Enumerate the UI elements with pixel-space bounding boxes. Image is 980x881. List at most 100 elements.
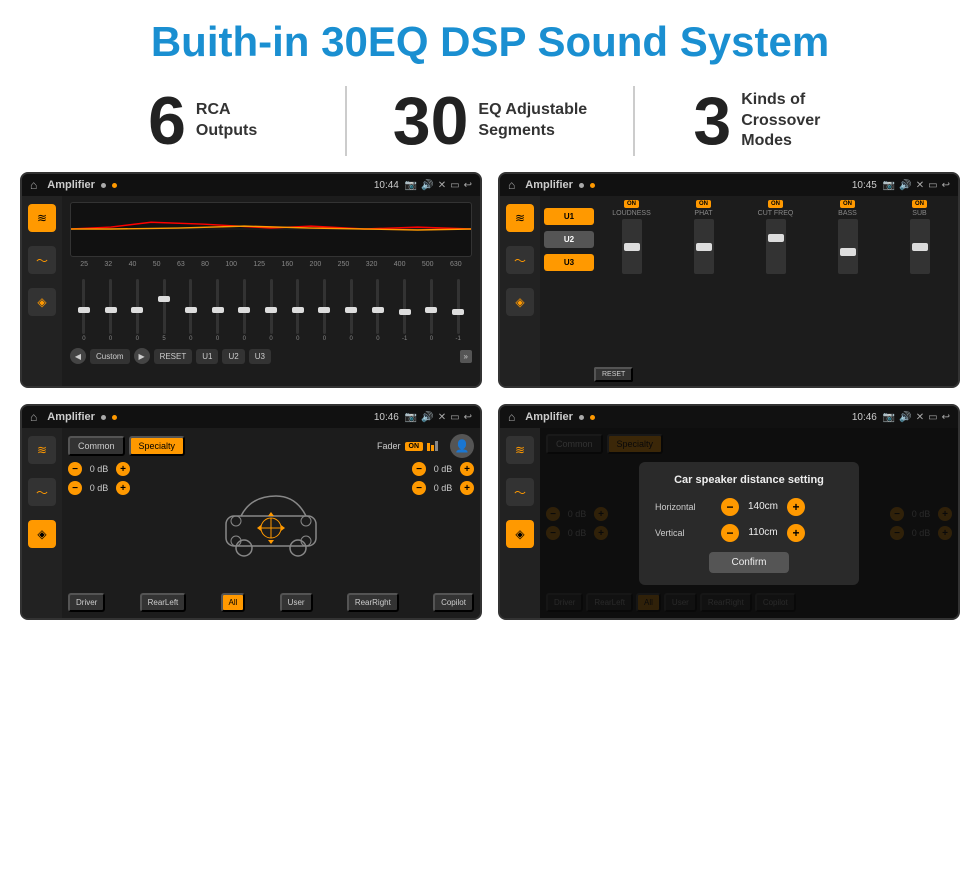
eq-handle-10[interactable] [318, 307, 330, 313]
eq-handle-4[interactable] [158, 296, 170, 302]
eq-track-2[interactable] [109, 279, 112, 334]
knob-phat[interactable] [694, 219, 714, 274]
minus-4[interactable]: − [412, 481, 426, 495]
eq-col-5[interactable]: 0 [179, 279, 203, 342]
handle-phat[interactable] [696, 243, 712, 251]
plus-3[interactable]: + [460, 462, 474, 476]
rearright-btn[interactable]: RearRight [347, 593, 399, 612]
reset-btn-2[interactable]: RESET [594, 367, 633, 382]
plus-2[interactable]: + [116, 481, 130, 495]
eq-handle-13[interactable] [399, 309, 411, 315]
eq-col-12[interactable]: 0 [366, 279, 390, 342]
reset-button[interactable]: RESET [154, 349, 193, 364]
eq-col-1[interactable]: 0 [72, 279, 96, 342]
sidebar-eq-icon[interactable]: ≋ [28, 204, 56, 232]
prev-button[interactable]: ◀ [70, 348, 86, 364]
back-icon-2[interactable]: ↩ [942, 180, 950, 191]
handle-loudness[interactable] [624, 243, 640, 251]
tab-common-3[interactable]: Common [68, 436, 125, 456]
user-btn[interactable]: User [280, 593, 313, 612]
eq-col-7[interactable]: 0 [232, 279, 256, 342]
knob-sub[interactable] [910, 219, 930, 274]
plus-4[interactable]: + [460, 481, 474, 495]
sidebar-speaker-icon-2[interactable]: ◈ [506, 288, 534, 316]
eq-handle-3[interactable] [131, 307, 143, 313]
u1-button[interactable]: U1 [196, 349, 218, 364]
eq-track-12[interactable] [376, 279, 379, 334]
eq-track-1[interactable] [82, 279, 85, 334]
eq-handle-8[interactable] [265, 307, 277, 313]
u1-preset[interactable]: U1 [544, 208, 594, 225]
confirm-button[interactable]: Confirm [709, 552, 789, 573]
eq-track-15[interactable] [457, 279, 460, 334]
eq-handle-9[interactable] [292, 307, 304, 313]
sidebar-wave-icon[interactable]: 〜 [28, 246, 56, 274]
u3-preset[interactable]: U3 [544, 254, 594, 271]
eq-handle-6[interactable] [212, 307, 224, 313]
eq-col-11[interactable]: 0 [339, 279, 363, 342]
sidebar-speaker-icon-3[interactable]: ◈ [28, 520, 56, 548]
horizontal-minus[interactable]: − [721, 498, 739, 516]
eq-col-3[interactable]: 0 [125, 279, 149, 342]
eq-handle-5[interactable] [185, 307, 197, 313]
user-profile-icon[interactable]: 👤 [450, 434, 474, 458]
back-icon-4[interactable]: ↩ [942, 412, 950, 423]
eq-track-7[interactable] [243, 279, 246, 334]
home-icon-1[interactable]: ⌂ [30, 178, 37, 192]
knob-loudness[interactable] [622, 219, 642, 274]
eq-track-3[interactable] [136, 279, 139, 334]
tab-specialty-3[interactable]: Specialty [129, 436, 186, 456]
vertical-plus[interactable]: + [787, 524, 805, 542]
knob-bass[interactable] [838, 219, 858, 274]
eq-col-10[interactable]: 0 [313, 279, 337, 342]
home-icon-2[interactable]: ⌂ [508, 178, 515, 192]
handle-sub[interactable] [912, 243, 928, 251]
play-button[interactable]: ▶ [134, 348, 150, 364]
sidebar-wave-icon-2[interactable]: 〜 [506, 246, 534, 274]
eq-track-6[interactable] [216, 279, 219, 334]
sidebar-speaker-icon-4[interactable]: ◈ [506, 520, 534, 548]
sidebar-wave-icon-3[interactable]: 〜 [28, 478, 56, 506]
minus-3[interactable]: − [412, 462, 426, 476]
eq-track-4[interactable] [163, 279, 166, 334]
rearleft-btn[interactable]: RearLeft [140, 593, 187, 612]
eq-track-10[interactable] [323, 279, 326, 334]
more-icon[interactable]: » [460, 350, 472, 363]
driver-btn[interactable]: Driver [68, 593, 105, 612]
home-icon-3[interactable]: ⌂ [30, 410, 37, 424]
sidebar-wave-icon-4[interactable]: 〜 [506, 478, 534, 506]
u2-preset[interactable]: U2 [544, 231, 594, 248]
eq-col-2[interactable]: 0 [99, 279, 123, 342]
copilot-btn[interactable]: Copilot [433, 593, 474, 612]
eq-col-13[interactable]: -1 [393, 279, 417, 342]
u2-button[interactable]: U2 [222, 349, 244, 364]
all-btn[interactable]: All [221, 593, 246, 612]
eq-handle-1[interactable] [78, 307, 90, 313]
plus-1[interactable]: + [116, 462, 130, 476]
back-icon-3[interactable]: ↩ [464, 412, 472, 423]
fader-on-badge[interactable]: ON [405, 442, 424, 451]
handle-bass[interactable] [840, 248, 856, 256]
handle-cutfreq[interactable] [768, 234, 784, 242]
sidebar-eq-icon-2[interactable]: ≋ [506, 204, 534, 232]
eq-handle-11[interactable] [345, 307, 357, 313]
eq-handle-14[interactable] [425, 307, 437, 313]
sidebar-eq-icon-4[interactable]: ≋ [506, 436, 534, 464]
custom-button[interactable]: Custom [90, 349, 130, 364]
back-icon-1[interactable]: ↩ [464, 180, 472, 191]
eq-track-14[interactable] [430, 279, 433, 334]
vertical-minus[interactable]: − [721, 524, 739, 542]
minus-2[interactable]: − [68, 481, 82, 495]
eq-col-6[interactable]: 0 [206, 279, 230, 342]
eq-handle-2[interactable] [105, 307, 117, 313]
eq-col-15[interactable]: -1 [446, 279, 470, 342]
eq-col-9[interactable]: 0 [286, 279, 310, 342]
home-icon-4[interactable]: ⌂ [508, 410, 515, 424]
eq-col-4[interactable]: 5 [152, 279, 176, 342]
eq-track-11[interactable] [350, 279, 353, 334]
eq-track-13[interactable] [403, 279, 406, 334]
u3-button[interactable]: U3 [249, 349, 271, 364]
eq-track-8[interactable] [270, 279, 273, 334]
eq-track-5[interactable] [189, 279, 192, 334]
horizontal-plus[interactable]: + [787, 498, 805, 516]
